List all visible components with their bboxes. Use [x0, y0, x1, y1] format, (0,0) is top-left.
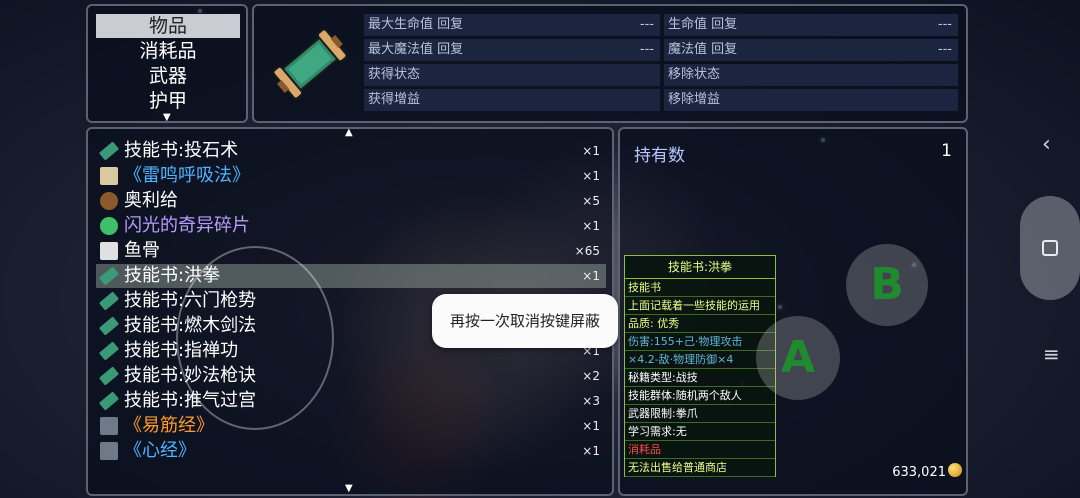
effect-value: ---	[639, 17, 654, 32]
toast-message: 再按一次取消按键屏蔽	[432, 294, 618, 348]
inventory-item[interactable]: 奥利给 ×5	[96, 189, 606, 213]
poop-icon	[100, 192, 118, 210]
item-count: ×1	[582, 419, 600, 433]
effect-value: ---	[937, 42, 952, 57]
tooltip-line: 无法出售给普通商店	[625, 459, 775, 477]
item-count: ×1	[582, 219, 600, 233]
item-count: ×2	[582, 369, 600, 383]
inventory-item[interactable]: 技能书:妙法枪诀 ×2	[96, 364, 606, 388]
item-count: ×1	[582, 144, 600, 158]
effect-label: 魔法值 回复	[668, 42, 738, 57]
tooltip-line: 技能群体:随机两个敌人	[625, 387, 775, 405]
gold-coin-icon	[948, 463, 962, 477]
effect-label: 获得增益	[368, 92, 421, 107]
tooltip-line: 技能书	[625, 279, 775, 297]
virtual-joystick[interactable]	[176, 246, 334, 430]
item-name: 闪光的奇异碎片	[124, 215, 250, 236]
crystal-icon	[100, 217, 118, 235]
item-count: ×65	[574, 244, 600, 258]
book-icon	[100, 442, 118, 460]
item-count: ×1	[582, 269, 600, 283]
category-item-armor[interactable]: 护甲	[96, 89, 240, 113]
tooltip-line: 武器限制:拳爪	[625, 405, 775, 423]
item-name: 奥利给	[124, 190, 178, 211]
effect-hp-restore: 生命值 回复 ---	[664, 14, 958, 36]
effect-label: 最大魔法值 回复	[368, 42, 464, 57]
effect-mp-restore: 魔法值 回复 ---	[664, 39, 958, 61]
inventory-item[interactable]: 技能书:投石术 ×1	[96, 139, 606, 163]
inventory-item[interactable]: 鱼骨 ×65	[96, 239, 606, 263]
effect-gain-buff: 获得增益	[364, 89, 660, 111]
effect-label: 移除状态	[668, 67, 721, 82]
scroll-down-arrow-icon[interactable]: ▼	[163, 112, 171, 123]
inventory-item[interactable]: 闪光的奇异碎片 ×1	[96, 214, 606, 238]
effect-label: 移除增益	[668, 92, 721, 107]
item-name: 《雷鸣呼吸法》	[124, 165, 250, 186]
scroll-icon	[98, 141, 120, 161]
holding-count: 1	[941, 141, 952, 161]
scroll-icon	[98, 391, 120, 411]
effect-value: ---	[937, 17, 952, 32]
tooltip-line: 上面记载着一些技能的运用	[625, 297, 775, 315]
item-name: 鱼骨	[124, 240, 160, 261]
tooltip-line: 伤害:155+己·物理攻击	[625, 333, 775, 351]
effect-label: 生命值 回复	[668, 17, 738, 32]
inventory-item[interactable]: 技能书:推气过宫 ×3	[96, 389, 606, 413]
inventory-item[interactable]: 技能书:洪拳 ×1	[96, 264, 606, 288]
paper-icon	[100, 167, 118, 185]
category-item-weapons[interactable]: 武器	[96, 64, 240, 88]
effect-max-mp-restore: 最大魔法值 回复 ---	[364, 39, 660, 61]
a-button[interactable]: A	[756, 316, 840, 400]
item-name: 《易筋经》	[124, 415, 214, 436]
tooltip-title: 技能书:洪拳	[625, 256, 775, 279]
inventory-item[interactable]: 《易筋经》 ×1	[96, 414, 606, 438]
item-count: ×5	[582, 194, 600, 208]
scroll-up-arrow-icon[interactable]: ▲	[345, 127, 353, 138]
effect-label: 获得状态	[368, 67, 421, 82]
category-item-items[interactable]: 物品	[96, 14, 240, 38]
scroll-icon	[98, 366, 120, 386]
item-name: 技能书:投石术	[124, 140, 239, 161]
b-button[interactable]: B	[846, 244, 928, 326]
category-item-consumables[interactable]: 消耗品	[96, 39, 240, 63]
effect-remove-state: 移除状态	[664, 64, 958, 86]
item-name: 《心经》	[124, 440, 196, 461]
menu-icon[interactable]: ≡	[1043, 342, 1060, 366]
tooltip-line: 学习需求:无	[625, 423, 775, 441]
scroll-item-icon	[272, 28, 348, 100]
item-count: ×1	[582, 444, 600, 458]
tooltip-line: 消耗品	[625, 441, 775, 459]
holding-label: 持有数	[634, 146, 685, 166]
effect-max-hp-restore: 最大生命值 回复 ---	[364, 14, 660, 36]
inventory-item[interactable]: 《雷鸣呼吸法》 ×1	[96, 164, 606, 188]
effect-label: 最大生命值 回复	[368, 17, 464, 32]
scroll-icon	[98, 291, 120, 311]
category-panel: 物品 消耗品 武器 护甲 ▼	[86, 4, 248, 123]
tooltip-line: ×4.2-敌·物理防御×4	[625, 351, 775, 369]
inventory-item[interactable]: 《心经》 ×1	[96, 439, 606, 463]
scroll-icon	[98, 316, 120, 336]
scroll-icon	[98, 266, 120, 286]
effect-value: ---	[639, 42, 654, 57]
effect-remove-buff: 移除增益	[664, 89, 958, 111]
gold-amount: 633,021	[892, 465, 946, 480]
home-icon[interactable]	[1042, 240, 1058, 256]
scroll-down-arrow-icon[interactable]: ▼	[345, 483, 353, 494]
item-count: ×3	[582, 394, 600, 408]
tooltip-line: 秘籍类型:战技	[625, 369, 775, 387]
back-icon[interactable]: ‹	[1042, 132, 1051, 157]
scroll-icon	[98, 341, 120, 361]
tooltip-line: 品质: 优秀	[625, 315, 775, 333]
fishbone-icon	[100, 242, 118, 260]
effect-gain-state: 获得状态	[364, 64, 660, 86]
item-count: ×1	[582, 169, 600, 183]
item-tooltip: 技能书:洪拳 技能书 上面记载着一些技能的运用 品质: 优秀 伤害:155+己·物理攻…	[624, 255, 776, 477]
item-effects-panel: 最大生命值 回复 --- 最大魔法值 回复 --- 获得状态 获得增益 生命值 …	[252, 4, 968, 123]
book-icon	[100, 417, 118, 435]
